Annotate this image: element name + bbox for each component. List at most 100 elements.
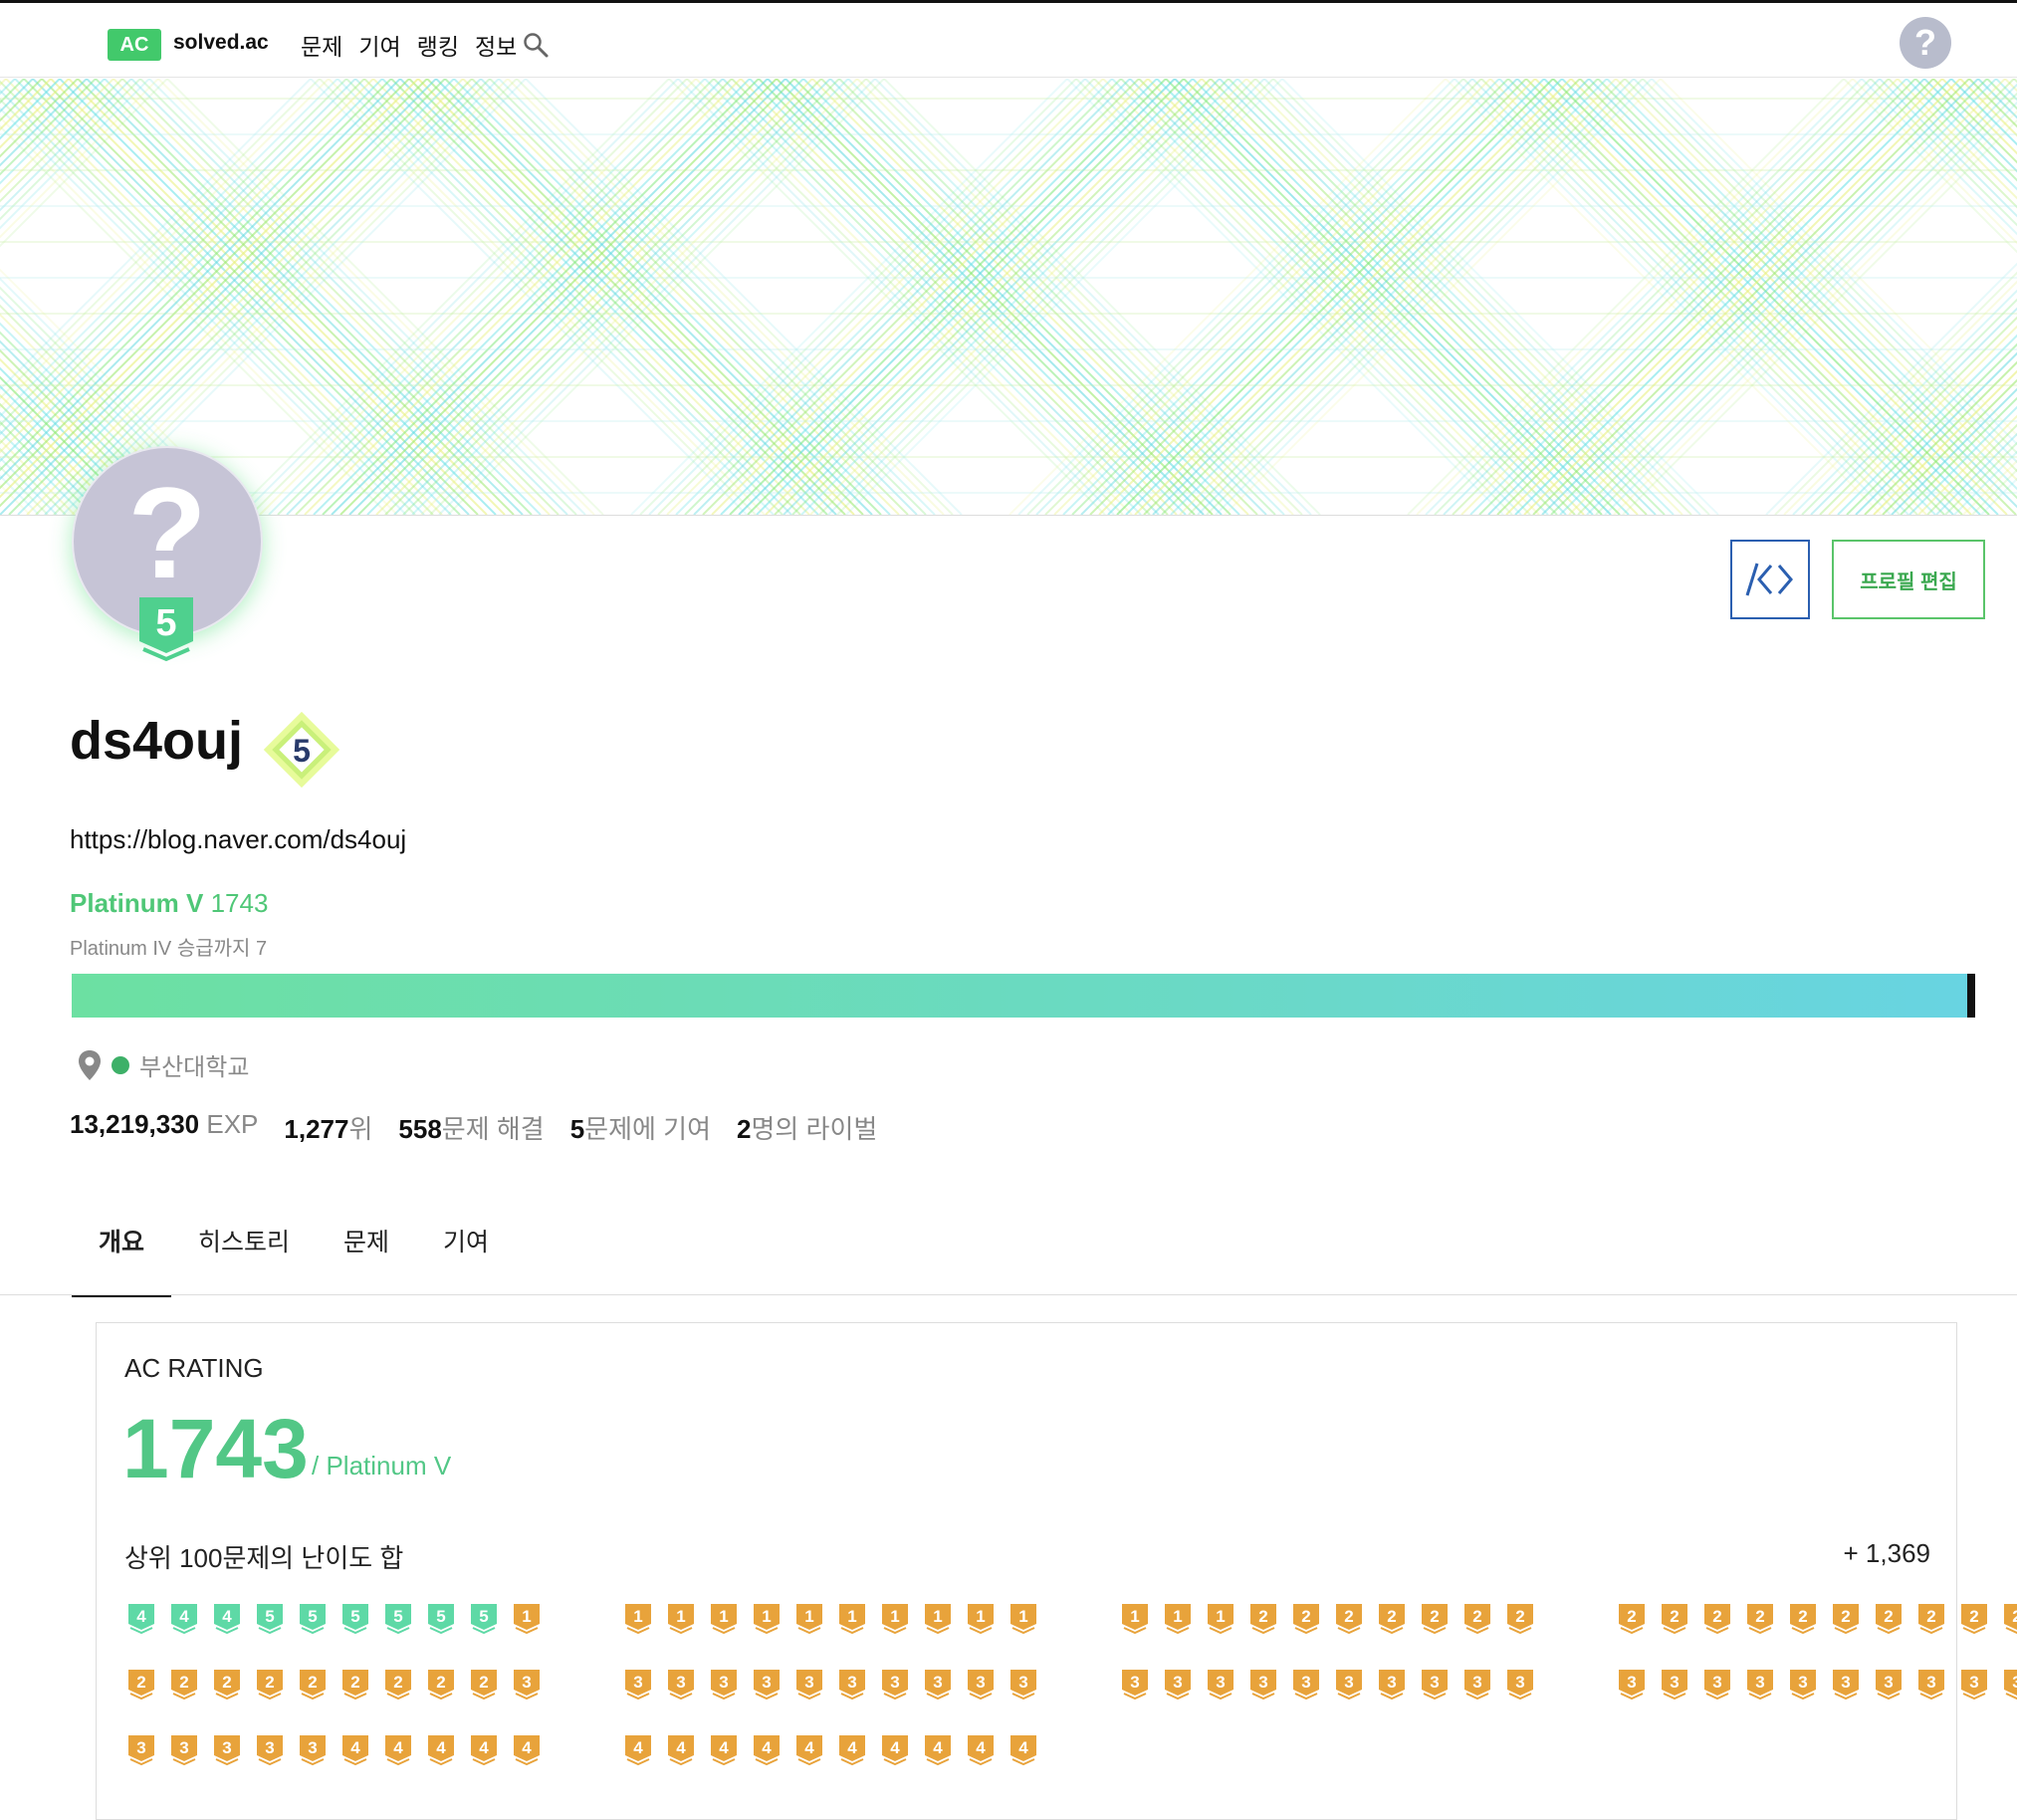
nav-item-contribute[interactable]: 기여 xyxy=(358,28,400,62)
gold-tier-icon[interactable]: 3 xyxy=(1874,1670,1904,1700)
gold-tier-icon[interactable]: 2 xyxy=(298,1670,328,1700)
gold-tier-icon[interactable]: 2 xyxy=(1916,1604,1946,1634)
stat-contributed[interactable]: 5문제에 기여 xyxy=(570,1109,711,1146)
gold-tier-icon[interactable]: 2 xyxy=(1334,1604,1364,1634)
gold-tier-icon[interactable]: 1 xyxy=(1008,1604,1038,1634)
gold-tier-icon[interactable]: 3 xyxy=(512,1670,542,1700)
gold-tier-icon[interactable]: 4 xyxy=(880,1735,910,1765)
gold-tier-icon[interactable]: 3 xyxy=(1163,1670,1193,1700)
gold-tier-icon[interactable]: 1 xyxy=(512,1604,542,1634)
gold-tier-icon[interactable]: 3 xyxy=(1291,1670,1321,1700)
gold-tier-icon[interactable]: 3 xyxy=(1334,1670,1364,1700)
platinum-tier-icon[interactable]: 4 xyxy=(126,1604,156,1634)
nav-item-ranking[interactable]: 랭킹 xyxy=(417,28,459,62)
gold-tier-icon[interactable]: 2 xyxy=(126,1670,156,1700)
gold-tier-icon[interactable]: 3 xyxy=(794,1670,824,1700)
gold-tier-icon[interactable]: 3 xyxy=(298,1735,328,1765)
gold-tier-icon[interactable]: 2 xyxy=(1874,1604,1904,1634)
gold-tier-icon[interactable]: 3 xyxy=(1745,1670,1775,1700)
platinum-tier-icon[interactable]: 5 xyxy=(298,1604,328,1634)
gold-tier-icon[interactable]: 3 xyxy=(1206,1670,1235,1700)
gold-tier-icon[interactable]: 1 xyxy=(1163,1604,1193,1634)
platinum-tier-icon[interactable]: 5 xyxy=(340,1604,370,1634)
tab-problems[interactable]: 문제 xyxy=(317,1205,416,1294)
gold-tier-icon[interactable]: 1 xyxy=(709,1604,739,1634)
gold-tier-icon[interactable]: 3 xyxy=(709,1670,739,1700)
gold-tier-icon[interactable]: 2 xyxy=(2002,1604,2017,1634)
gold-tier-icon[interactable]: 1 xyxy=(966,1604,996,1634)
gold-tier-icon[interactable]: 2 xyxy=(340,1670,370,1700)
gold-tier-icon[interactable]: 3 xyxy=(2002,1670,2017,1700)
platinum-tier-icon[interactable]: 5 xyxy=(255,1604,285,1634)
gold-tier-icon[interactable]: 4 xyxy=(340,1735,370,1765)
tab-history[interactable]: 히스토리 xyxy=(171,1205,317,1294)
platinum-tier-icon[interactable]: 4 xyxy=(169,1604,199,1634)
gold-tier-icon[interactable]: 3 xyxy=(1420,1670,1450,1700)
organization-name[interactable]: 부산대학교 xyxy=(139,1047,249,1082)
gold-tier-icon[interactable]: 3 xyxy=(1008,1670,1038,1700)
gold-tier-icon[interactable]: 4 xyxy=(623,1735,653,1765)
gold-tier-icon[interactable]: 3 xyxy=(880,1670,910,1700)
gold-tier-icon[interactable]: 1 xyxy=(1206,1604,1235,1634)
edit-profile-button[interactable]: 프로필 편집 xyxy=(1832,540,1985,619)
code-embed-button[interactable] xyxy=(1730,540,1810,619)
gold-tier-icon[interactable]: 2 xyxy=(1462,1604,1492,1634)
gold-tier-icon[interactable]: 2 xyxy=(1660,1604,1689,1634)
gold-tier-icon[interactable]: 2 xyxy=(1617,1604,1647,1634)
gold-tier-icon[interactable]: 2 xyxy=(169,1670,199,1700)
gold-tier-icon[interactable]: 2 xyxy=(469,1670,499,1700)
search-icon[interactable] xyxy=(522,31,550,59)
gold-tier-icon[interactable]: 3 xyxy=(966,1670,996,1700)
gold-tier-icon[interactable]: 4 xyxy=(666,1735,696,1765)
gold-tier-icon[interactable]: 2 xyxy=(1959,1604,1989,1634)
gold-tier-icon[interactable]: 3 xyxy=(1505,1670,1535,1700)
gold-tier-icon[interactable]: 2 xyxy=(1788,1604,1818,1634)
gold-tier-icon[interactable]: 2 xyxy=(212,1670,242,1700)
gold-tier-icon[interactable]: 2 xyxy=(383,1670,413,1700)
gold-tier-icon[interactable]: 1 xyxy=(666,1604,696,1634)
gold-tier-icon[interactable]: 4 xyxy=(966,1735,996,1765)
gold-tier-icon[interactable]: 3 xyxy=(1916,1670,1946,1700)
stat-rank[interactable]: 1,277위 xyxy=(284,1109,372,1146)
gold-tier-icon[interactable]: 3 xyxy=(837,1670,867,1700)
gold-tier-icon[interactable]: 1 xyxy=(837,1604,867,1634)
gold-tier-icon[interactable]: 4 xyxy=(837,1735,867,1765)
gold-tier-icon[interactable]: 3 xyxy=(1120,1670,1150,1700)
gold-tier-icon[interactable]: 4 xyxy=(426,1735,456,1765)
gold-tier-icon[interactable]: 3 xyxy=(1788,1670,1818,1700)
nav-item-info[interactable]: 정보 xyxy=(475,28,517,62)
stat-rivals[interactable]: 2명의 라이벌 xyxy=(737,1109,877,1146)
gold-tier-icon[interactable]: 4 xyxy=(709,1735,739,1765)
gold-tier-icon[interactable]: 3 xyxy=(1831,1670,1861,1700)
gold-tier-icon[interactable]: 2 xyxy=(1420,1604,1450,1634)
gold-tier-icon[interactable]: 1 xyxy=(1120,1604,1150,1634)
gold-tier-icon[interactable]: 2 xyxy=(1745,1604,1775,1634)
gold-tier-icon[interactable]: 3 xyxy=(752,1670,782,1700)
gold-tier-icon[interactable]: 2 xyxy=(1831,1604,1861,1634)
gold-tier-icon[interactable]: 2 xyxy=(1702,1604,1732,1634)
gold-tier-icon[interactable]: 2 xyxy=(255,1670,285,1700)
gold-tier-icon[interactable]: 1 xyxy=(752,1604,782,1634)
platinum-tier-icon[interactable]: 5 xyxy=(383,1604,413,1634)
gold-tier-icon[interactable]: 2 xyxy=(1377,1604,1407,1634)
logo-badge[interactable]: AC xyxy=(108,29,161,61)
gold-tier-icon[interactable]: 3 xyxy=(666,1670,696,1700)
gold-tier-icon[interactable]: 3 xyxy=(1617,1670,1647,1700)
gold-tier-icon[interactable]: 3 xyxy=(169,1735,199,1765)
gold-tier-icon[interactable]: 1 xyxy=(794,1604,824,1634)
help-icon[interactable]: ? xyxy=(1900,17,1951,69)
gold-tier-icon[interactable]: 3 xyxy=(1377,1670,1407,1700)
gold-tier-icon[interactable]: 1 xyxy=(623,1604,653,1634)
gold-tier-icon[interactable]: 3 xyxy=(923,1670,953,1700)
gold-tier-icon[interactable]: 3 xyxy=(255,1735,285,1765)
gold-tier-icon[interactable]: 3 xyxy=(1959,1670,1989,1700)
gold-tier-icon[interactable]: 3 xyxy=(212,1735,242,1765)
gold-tier-icon[interactable]: 3 xyxy=(623,1670,653,1700)
gold-tier-icon[interactable]: 3 xyxy=(1702,1670,1732,1700)
platinum-tier-icon[interactable]: 4 xyxy=(212,1604,242,1634)
gold-tier-icon[interactable]: 3 xyxy=(1248,1670,1278,1700)
gold-tier-icon[interactable]: 4 xyxy=(923,1735,953,1765)
gold-tier-icon[interactable]: 1 xyxy=(923,1604,953,1634)
gold-tier-icon[interactable]: 1 xyxy=(880,1604,910,1634)
gold-tier-icon[interactable]: 3 xyxy=(126,1735,156,1765)
